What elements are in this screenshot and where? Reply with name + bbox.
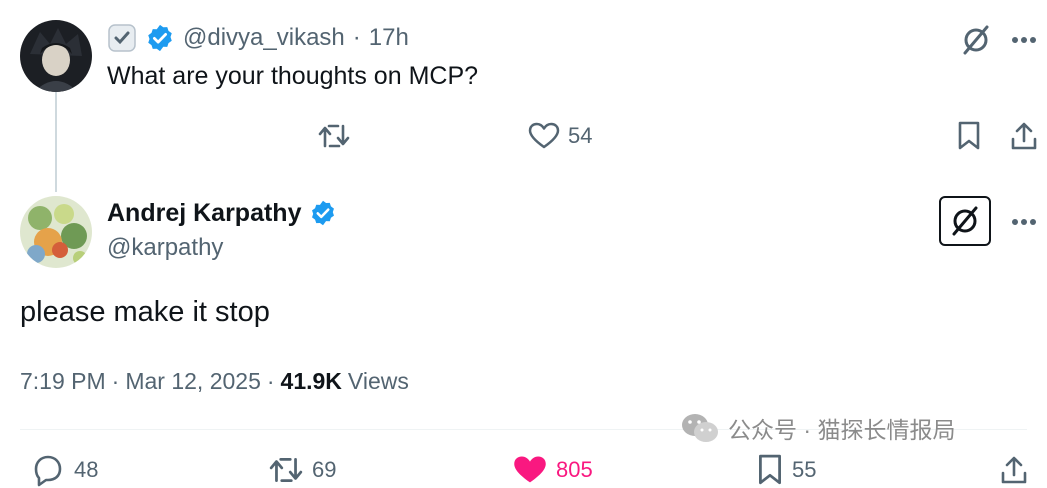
wechat-icon — [682, 414, 718, 442]
watermark: 公众号 · 猫探长情报局 — [680, 411, 955, 445]
parent-retweet-button[interactable] — [314, 118, 354, 154]
tweet-date[interactable]: Mar 12, 2025 — [125, 368, 261, 395]
parent-handle[interactable]: @divya_vikash — [183, 24, 345, 52]
retweet-icon — [318, 124, 350, 148]
tweet-time[interactable]: 7:19 PM — [20, 368, 106, 395]
like-button[interactable]: 805 — [512, 452, 593, 488]
avatar-karpathy[interactable] — [20, 196, 92, 268]
reply-count: 48 — [74, 457, 99, 482]
share-button[interactable] — [996, 452, 1032, 488]
author-name[interactable]: Andrej Karpathy — [107, 199, 301, 228]
retweet-count: 69 — [312, 457, 337, 482]
author-handle[interactable]: @karpathy — [107, 234, 223, 262]
parent-like-button[interactable]: 54 — [528, 118, 592, 154]
bookmark-button[interactable]: 55 — [756, 452, 816, 488]
grok-icon[interactable] — [958, 22, 994, 58]
verified-icon — [309, 199, 337, 227]
parent-tweet-header: @divya_vikash · 17h — [107, 20, 409, 56]
reply-button[interactable]: 48 — [30, 452, 98, 488]
avatar-divya[interactable] — [20, 20, 92, 92]
thread-line — [55, 92, 57, 192]
affiliate-badge-icon — [107, 23, 137, 53]
retweet-button[interactable]: 69 — [268, 452, 336, 488]
meta-separator: · — [111, 368, 120, 394]
main-tweet-text: please make it stop — [20, 296, 270, 328]
views-label: Views — [347, 368, 409, 394]
share-icon — [1011, 122, 1037, 150]
meta-separator: · — [266, 368, 275, 394]
bookmark-count: 55 — [792, 457, 817, 482]
retweet-icon — [269, 458, 303, 482]
parent-separator: · — [352, 24, 361, 51]
watermark-text: 公众号 · 猫探长情报局 — [728, 417, 956, 443]
bookmark-icon — [759, 454, 781, 485]
parent-time[interactable]: 17h — [369, 24, 409, 52]
parent-like-count: 54 — [568, 123, 593, 148]
reply-icon — [34, 455, 62, 487]
tweet-meta: 7:19 PM · Mar 12, 2025 · 41.9K Views — [20, 368, 409, 395]
heart-icon — [528, 122, 560, 149]
more-icon[interactable] — [1006, 204, 1042, 240]
parent-share-button[interactable] — [1006, 118, 1042, 154]
parent-tweet-text: What are your thoughts on MCP? — [107, 62, 479, 90]
more-icon[interactable] — [1006, 22, 1042, 58]
grok-icon — [952, 206, 978, 236]
views-count: 41.9K — [280, 368, 342, 394]
verified-icon — [145, 23, 175, 53]
bookmark-icon — [958, 121, 980, 150]
heart-icon — [514, 456, 546, 483]
like-count: 805 — [556, 457, 593, 482]
parent-bookmark-button[interactable] — [952, 118, 986, 154]
grok-button[interactable] — [939, 196, 991, 246]
share-icon — [1001, 456, 1027, 484]
main-author-row: Andrej Karpathy — [107, 195, 337, 231]
